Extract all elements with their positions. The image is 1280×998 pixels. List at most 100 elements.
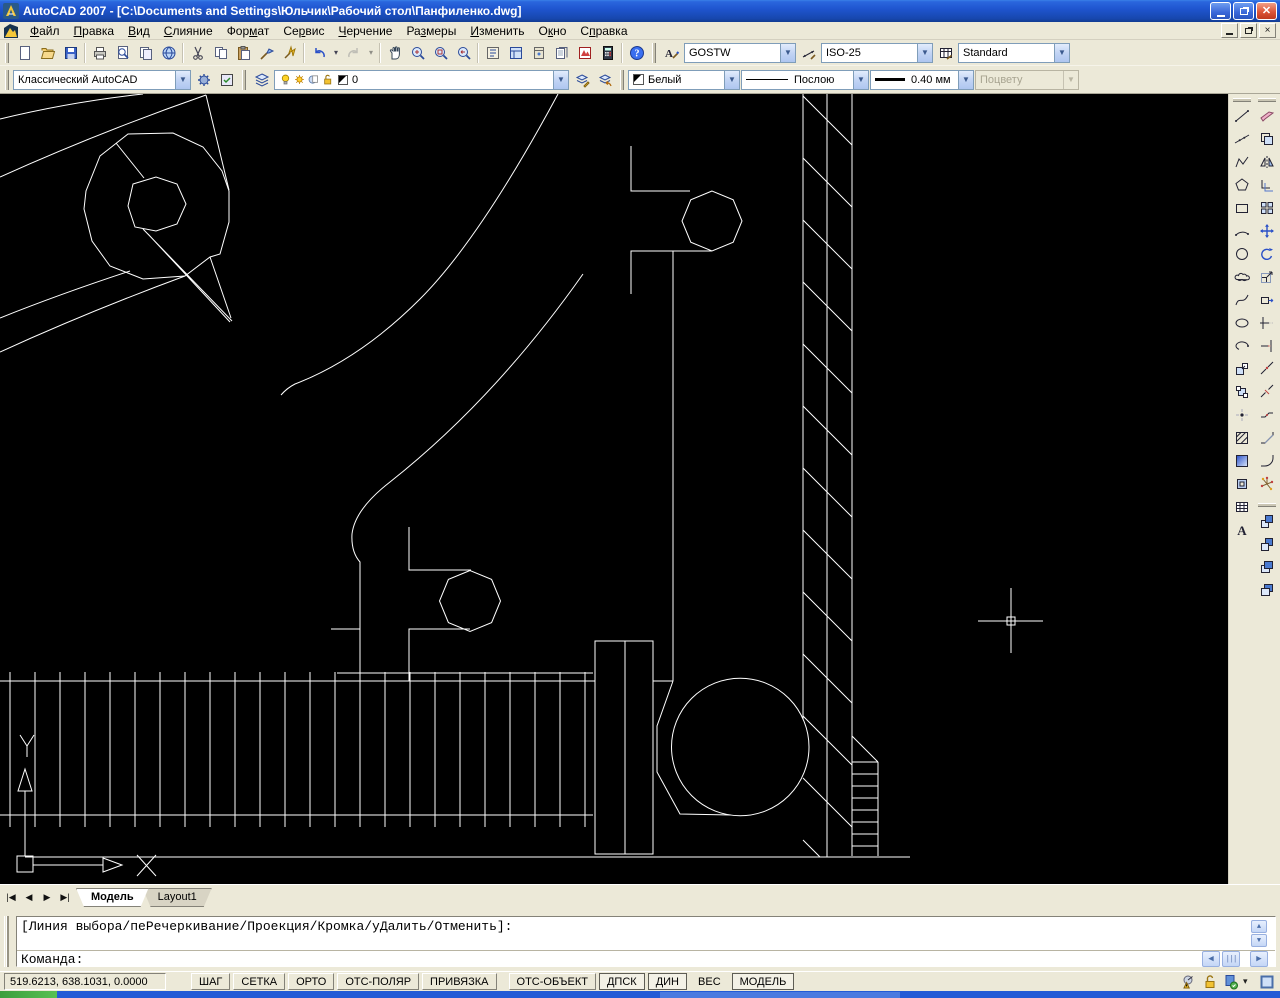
- revision-cloud-button[interactable]: [1230, 265, 1254, 288]
- toggle-привязка[interactable]: ПРИВЯЗКА: [422, 973, 497, 990]
- table-style-combo[interactable]: Standard ▼: [958, 42, 1070, 63]
- toggle-дпск[interactable]: ДПСК: [598, 973, 645, 990]
- dim-style-combo[interactable]: ISO-25 ▼: [821, 42, 933, 63]
- menu-2[interactable]: Правка: [67, 23, 122, 39]
- toolbar-grip[interactable]: [652, 42, 656, 63]
- toolbar-grip[interactable]: [1258, 98, 1276, 101]
- trim-button[interactable]: [1255, 311, 1279, 334]
- ellipse-button[interactable]: [1230, 311, 1254, 334]
- pan-button[interactable]: [383, 42, 406, 64]
- layer-combo[interactable]: 0 ▼: [274, 69, 569, 90]
- sheet-set-manager-button[interactable]: [550, 42, 573, 64]
- menu-11[interactable]: Справка: [573, 23, 634, 39]
- erase-button[interactable]: [1255, 104, 1279, 127]
- prev-tab-button[interactable]: ◀: [20, 888, 38, 906]
- chamfer-button[interactable]: [1255, 426, 1279, 449]
- layer-previous-button[interactable]: [593, 69, 616, 91]
- dim-style-button[interactable]: [797, 42, 820, 64]
- redo-arrow[interactable]: ▾: [365, 42, 377, 64]
- menu-1[interactable]: Файл: [23, 23, 67, 39]
- markup-set-manager-button[interactable]: [573, 42, 596, 64]
- quickcalc-button[interactable]: [596, 42, 619, 64]
- command-splitter-button[interactable]: |||: [1222, 951, 1240, 967]
- workspace-combo[interactable]: Классический AutoCAD ▼: [13, 69, 191, 90]
- menu-3[interactable]: Вид: [121, 23, 157, 39]
- extend-button[interactable]: [1255, 334, 1279, 357]
- clean-screen-icon[interactable]: [1258, 973, 1276, 991]
- multiline-text-button[interactable]: A: [1230, 518, 1254, 541]
- mdi-close-button[interactable]: ×: [1259, 23, 1276, 38]
- chevron-down-icon[interactable]: ▼: [724, 70, 739, 89]
- communication-center-icon[interactable]: [1180, 973, 1198, 991]
- toggle-сетка[interactable]: СЕТКА: [233, 973, 286, 990]
- minimize-button[interactable]: [1210, 2, 1231, 20]
- command-text-area[interactable]: [Линия выбора/пеРечеркивание/Проекция/Кр…: [16, 916, 1276, 967]
- point-button[interactable]: [1230, 403, 1254, 426]
- line-button[interactable]: [1230, 104, 1254, 127]
- copy-button[interactable]: [209, 42, 232, 64]
- chevron-down-icon[interactable]: ▼: [780, 43, 795, 62]
- redo-button[interactable]: [342, 42, 365, 64]
- close-button[interactable]: ✕: [1256, 2, 1277, 20]
- toolbar-grip[interactable]: [242, 69, 246, 90]
- toggle-шаг[interactable]: ШАГ: [191, 973, 231, 990]
- model-canvas[interactable]: [0, 94, 1228, 884]
- command-scroll-right-button[interactable]: ▶: [1250, 951, 1268, 967]
- color-combo[interactable]: Белый ▼: [628, 69, 740, 90]
- zoom-previous-button[interactable]: [452, 42, 475, 64]
- construction-line-button[interactable]: [1230, 127, 1254, 150]
- chevron-down-icon[interactable]: ▼: [853, 70, 868, 89]
- scale-button[interactable]: [1255, 265, 1279, 288]
- insert-block-button[interactable]: [1230, 357, 1254, 380]
- mdi-minimize-button[interactable]: [1221, 23, 1238, 38]
- menu-6[interactable]: Сервис: [276, 23, 331, 39]
- lineweight-combo[interactable]: 0.40 мм ▼: [870, 69, 974, 90]
- save-button[interactable]: [59, 42, 82, 64]
- bring-to-front-button[interactable]: [1255, 509, 1279, 532]
- command-scroll-down-button[interactable]: ▼: [1251, 934, 1267, 947]
- table-style-button[interactable]: [934, 42, 957, 64]
- join-button[interactable]: [1255, 403, 1279, 426]
- zoom-realtime-button[interactable]: [406, 42, 429, 64]
- toggle-отс-объект[interactable]: ОТС-ОБЪЕКТ: [508, 973, 596, 990]
- bring-above-objects-button[interactable]: [1255, 555, 1279, 578]
- last-tab-button[interactable]: ▶|: [56, 888, 74, 906]
- toggle-модель[interactable]: МОДЕЛЬ: [731, 973, 795, 990]
- rotate-button[interactable]: [1255, 242, 1279, 265]
- menu-9[interactable]: Изменить: [463, 23, 531, 39]
- tab-layout1[interactable]: Layout1: [143, 888, 212, 907]
- block-editor-button[interactable]: [278, 42, 301, 64]
- layer-properties-manager-button[interactable]: [250, 69, 273, 91]
- spline-button[interactable]: [1230, 288, 1254, 311]
- chevron-down-icon[interactable]: ▼: [917, 43, 932, 62]
- workspace-settings-button[interactable]: [192, 69, 215, 91]
- publish-button[interactable]: [134, 42, 157, 64]
- gradient-button[interactable]: [1230, 449, 1254, 472]
- chevron-down-icon[interactable]: ▼: [1054, 43, 1069, 62]
- associated-standards-icon[interactable]: [1222, 973, 1240, 991]
- table-button[interactable]: [1230, 495, 1254, 518]
- toolbar-grip[interactable]: [5, 69, 9, 90]
- break-button[interactable]: [1255, 380, 1279, 403]
- toggle-орто[interactable]: ОРТО: [288, 973, 335, 990]
- explode-button[interactable]: [1255, 472, 1279, 495]
- paste-button[interactable]: [232, 42, 255, 64]
- toolbar-grip[interactable]: [5, 42, 9, 63]
- properties-button[interactable]: [481, 42, 504, 64]
- cut-button[interactable]: [186, 42, 209, 64]
- menu-5[interactable]: Формат: [220, 23, 277, 39]
- make-object-layer-current-button[interactable]: [570, 69, 593, 91]
- windows-taskbar-edge[interactable]: [0, 991, 1280, 998]
- designcenter-button[interactable]: [504, 42, 527, 64]
- toggle-дин[interactable]: ДИН: [647, 973, 688, 990]
- chevron-down-icon[interactable]: ▼: [175, 70, 190, 89]
- plot-preview-button[interactable]: [111, 42, 134, 64]
- arc-button[interactable]: [1230, 219, 1254, 242]
- toolbar-grip[interactable]: [620, 69, 624, 90]
- dwg-file-icon[interactable]: [3, 23, 19, 39]
- toggle-отс-поляр[interactable]: ОТС-ПОЛЯР: [337, 973, 420, 990]
- match-properties-button[interactable]: [255, 42, 278, 64]
- zoom-window-button[interactable]: [429, 42, 452, 64]
- next-tab-button[interactable]: ▶: [38, 888, 56, 906]
- chevron-down-icon[interactable]: ▼: [553, 70, 568, 89]
